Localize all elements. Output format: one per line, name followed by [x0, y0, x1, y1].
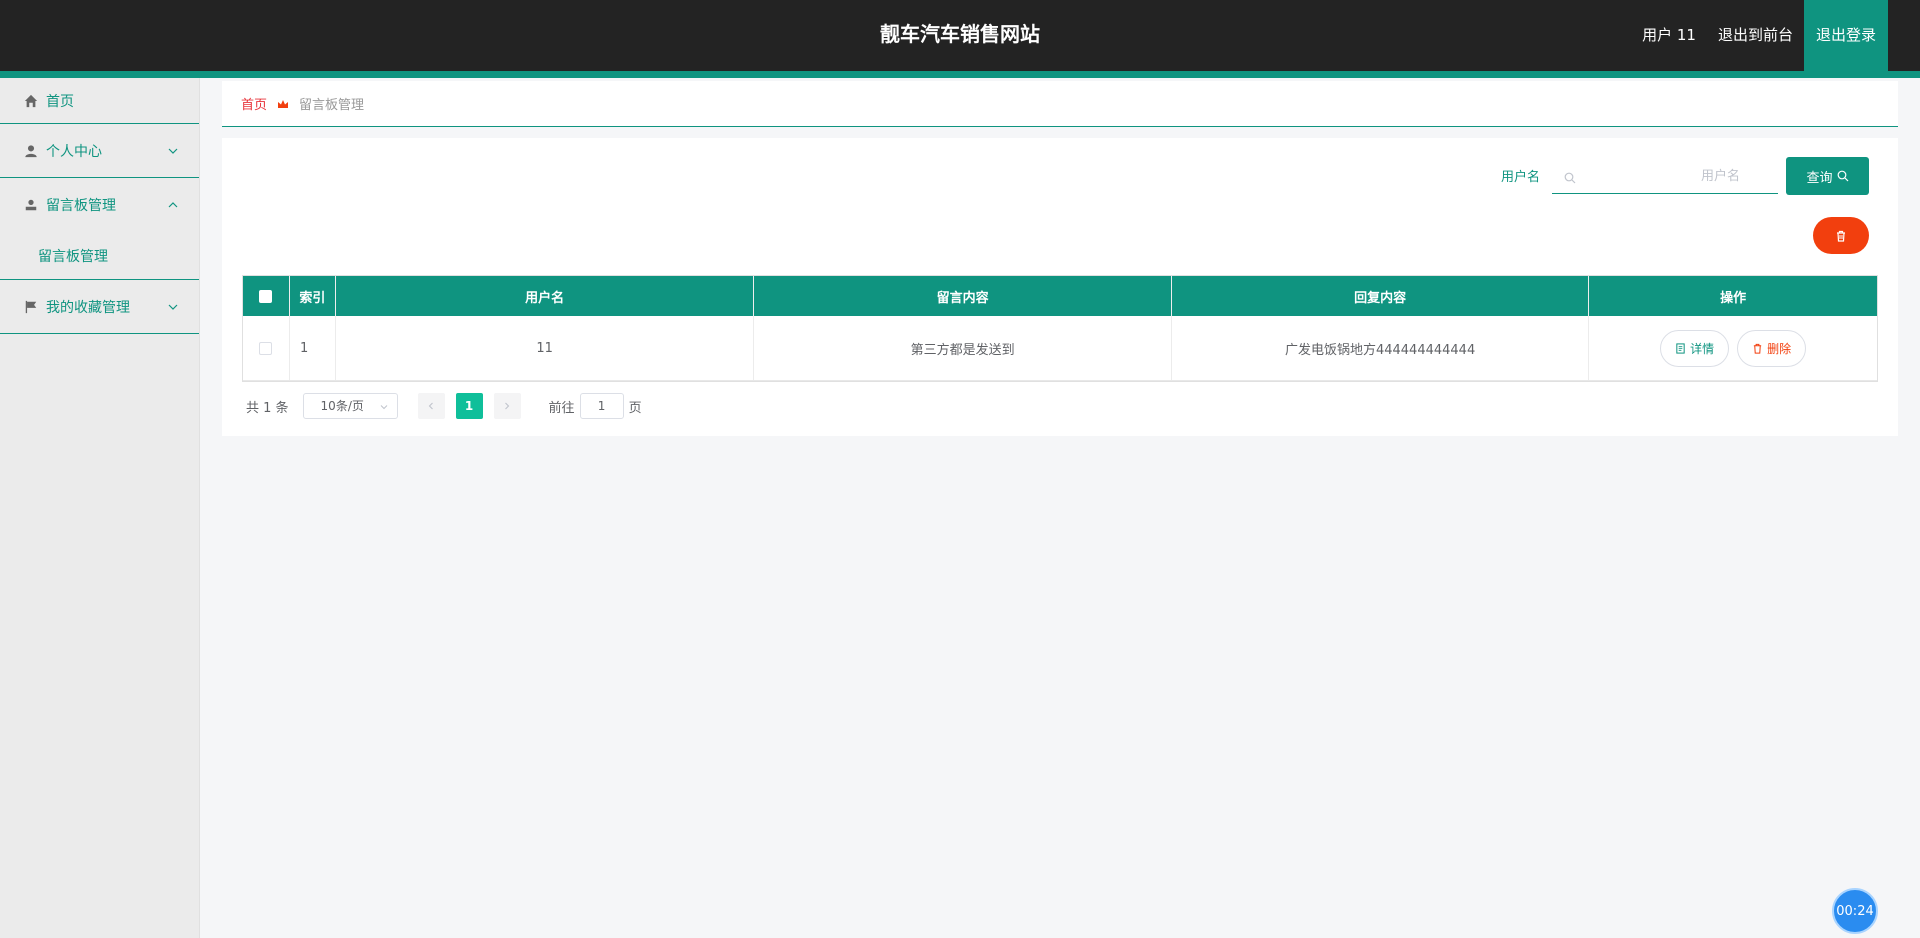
cell-index: 1 — [290, 316, 336, 380]
trash-icon — [1837, 230, 1845, 242]
sidebar-item-home[interactable]: 首页 — [0, 78, 199, 124]
column-header-actions: 操作 — [1720, 290, 1747, 306]
batch-delete-button[interactable] — [1813, 217, 1869, 254]
sidebar-subitem-message-board[interactable]: 留言板管理 — [0, 232, 199, 280]
next-page-button[interactable] — [493, 393, 521, 419]
message-table: 索引 用户名 留言内容 回复内容 操作 1 11 第三方都是发送到 广发电饭锅地… — [242, 275, 1878, 382]
trash-icon — [1753, 343, 1762, 354]
page-size-value: 10条/页 — [320, 399, 364, 413]
prev-page-button[interactable] — [417, 393, 445, 419]
header-actions: 用户 11 退出到前台 退出登录 — [1631, 0, 1888, 71]
back-to-front-link[interactable]: 退出到前台 — [1707, 0, 1804, 71]
home-icon — [24, 94, 38, 107]
detail-button-label: 详情 — [1690, 341, 1715, 356]
pagination: 共 1 条 10条/页 1 前往 页 — [246, 393, 642, 419]
column-header-index: 索引 — [290, 276, 336, 316]
breadcrumb-current: 留言板管理 — [299, 98, 365, 113]
content-panel: 用户名 查询 索引 用户名 留言内容 回复内容 操作 1 11 第三方都是发送到… — [222, 138, 1898, 436]
chevron-up-icon — [168, 202, 178, 208]
user-icon — [25, 144, 37, 157]
search-input[interactable] — [1582, 160, 1768, 192]
column-header-reply: 回复内容 — [1172, 276, 1590, 316]
goto-prefix: 前往 — [548, 400, 575, 416]
query-button-label: 查询 — [1806, 170, 1833, 186]
table-header: 索引 用户名 留言内容 回复内容 操作 — [243, 276, 1877, 316]
table-row: 1 11 第三方都是发送到 广发电饭锅地方444444444444 详情 删除 — [243, 316, 1877, 381]
flag-icon — [25, 300, 37, 313]
message-board-icon — [25, 199, 37, 211]
sidebar-item-message-board[interactable]: 留言板管理 — [0, 178, 199, 232]
select-all-checkbox[interactable] — [259, 289, 273, 303]
sidebar-item-label: 首页 — [46, 93, 74, 110]
cell-reply: 广发电饭锅地方444444444444 — [1172, 316, 1590, 380]
cell-actions: 详情 删除 — [1589, 316, 1877, 380]
row-checkbox[interactable] — [259, 341, 273, 355]
header-accent-line — [0, 71, 1920, 78]
query-button[interactable]: 查询 — [1786, 157, 1869, 195]
crown-separator-icon — [278, 99, 289, 108]
select-all-cell — [243, 276, 290, 316]
timer-badge: 00:24 — [1832, 888, 1878, 934]
cell-content: 第三方都是发送到 — [754, 316, 1172, 380]
sidebar: 首页 个人中心 留言板管理 留言板管理 我的收藏管理 — [0, 78, 200, 938]
delete-button-label: 删除 — [1767, 341, 1792, 356]
breadcrumb-home-link[interactable]: 首页 — [241, 94, 267, 113]
chevron-right-icon — [505, 402, 510, 410]
row-select-cell — [243, 316, 290, 380]
chevron-down-icon — [168, 148, 178, 154]
search-label: 用户名 — [1501, 170, 1541, 185]
document-icon — [1676, 342, 1685, 354]
sidebar-item-label: 留言板管理 — [46, 198, 116, 214]
sidebar-item-label: 个人中心 — [46, 143, 102, 160]
chevron-left-icon — [428, 402, 433, 410]
pagination-total: 共 1 条 — [246, 400, 289, 416]
cell-username: 11 — [336, 316, 755, 380]
goto-suffix: 页 — [628, 400, 642, 416]
detail-button[interactable]: 详情 — [1660, 329, 1730, 367]
page-number-current[interactable]: 1 — [455, 393, 483, 419]
sidebar-item-label: 我的收藏管理 — [46, 299, 130, 316]
search-field — [1552, 160, 1778, 194]
breadcrumb: 首页 留言板管理 — [222, 81, 1898, 127]
sidebar-item-personal-center[interactable]: 个人中心 — [0, 124, 199, 178]
search-icon — [1837, 170, 1848, 182]
search-icon — [1564, 172, 1576, 184]
column-header-username: 用户名 — [336, 276, 755, 316]
current-user-label: 用户 11 — [1642, 26, 1696, 44]
page-size-select[interactable]: 10条/页 — [302, 393, 398, 419]
logout-link[interactable]: 退出登录 — [1803, 0, 1888, 71]
goto-page-input[interactable] — [579, 393, 624, 419]
chevron-down-icon — [380, 405, 387, 410]
chevron-down-icon — [168, 304, 178, 310]
delete-button[interactable]: 删除 — [1737, 329, 1807, 367]
column-header-content: 留言内容 — [754, 276, 1172, 316]
sidebar-item-favorites[interactable]: 我的收藏管理 — [0, 280, 199, 334]
